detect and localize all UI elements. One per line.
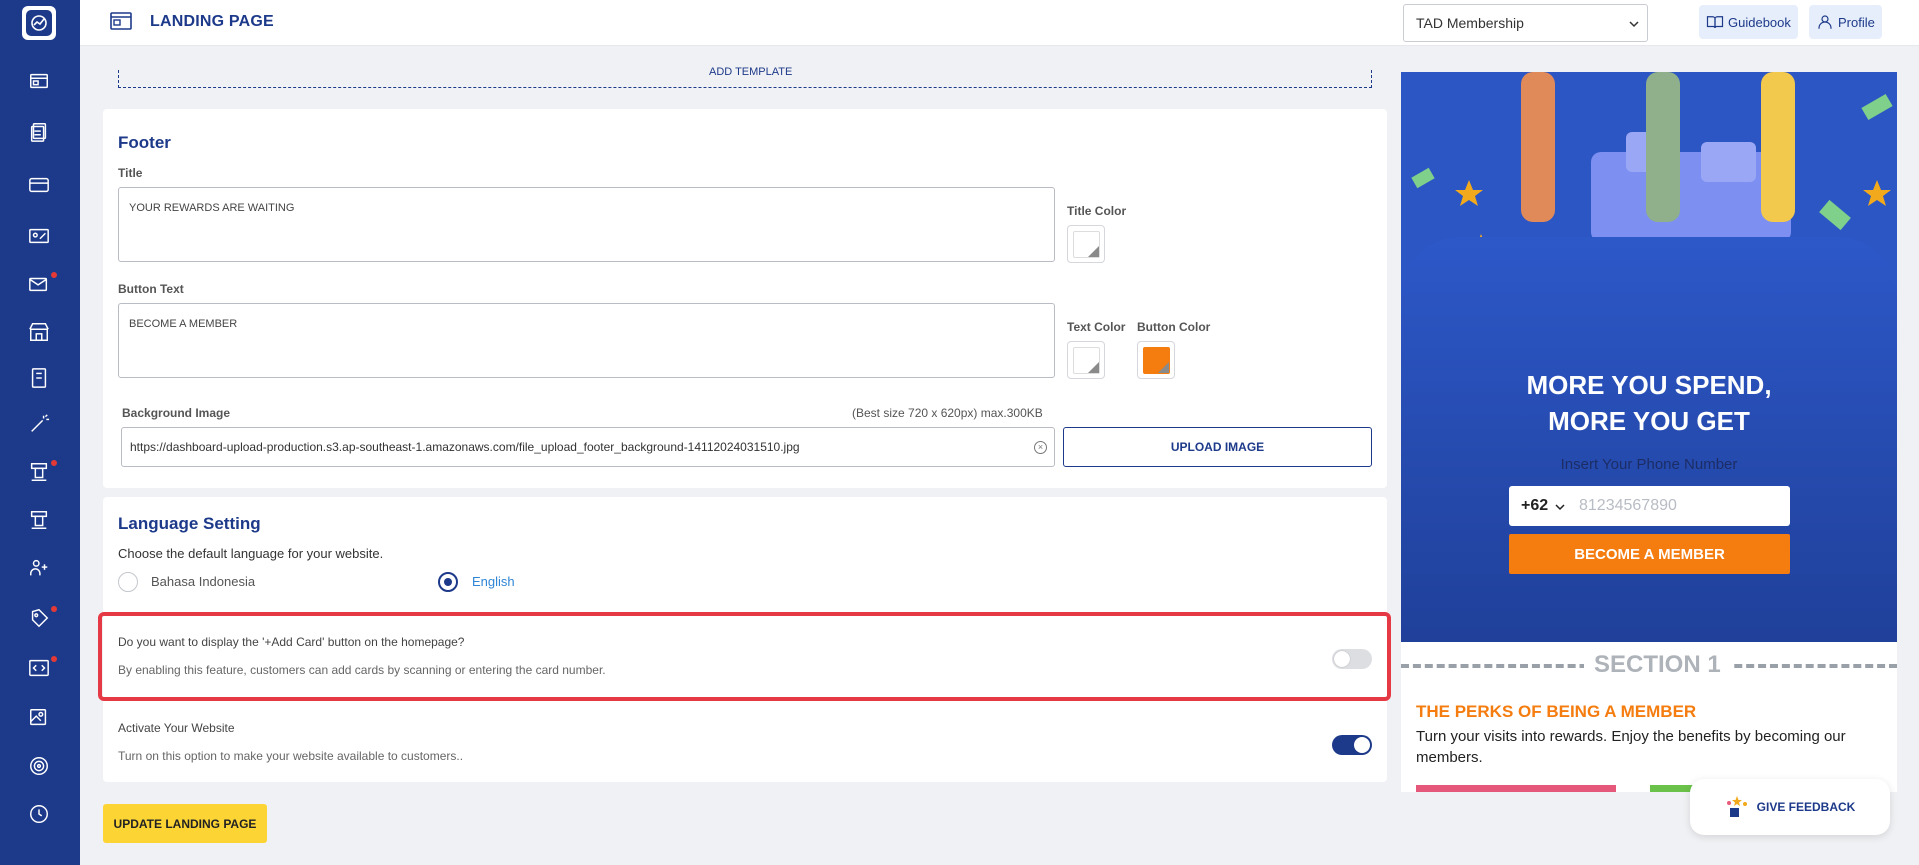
browser-page-icon [110,12,132,30]
give-feedback-label: GIVE FEEDBACK [1756,800,1856,814]
add-template-label: ADD TEMPLATE [709,66,793,78]
documents-nav-icon[interactable] [27,120,51,144]
page-title: LANDING PAGE [150,13,274,30]
clear-icon[interactable]: × [1034,441,1047,454]
preview-phone-placeholder: 81234567890 [1579,497,1677,514]
profile-label: Profile [1838,14,1875,30]
stamp-nav-icon[interactable] [27,460,57,484]
preview-section-label: SECTION 1 [1584,651,1731,679]
code-nav-icon[interactable] [27,656,57,680]
user-icon [1818,15,1832,29]
highlight-box [98,612,1391,701]
title-label: Title [118,166,143,180]
voucher-nav-icon[interactable] [27,224,51,248]
button-color-picker[interactable] [1137,341,1175,379]
preview-section-panel: SECTION 1 THE PERKS OF BEING A MEMBER Tu… [1401,642,1897,792]
title-textarea[interactable]: YOUR REWARDS ARE WAITING [118,187,1055,262]
guidebook-label: Guidebook [1728,14,1791,30]
bahasa-indonesia-label: Bahasa Indonesia [151,574,256,589]
radio-bahasa-indonesia[interactable] [118,572,138,592]
chevron-down-icon [1555,504,1565,511]
stamp-alt-nav-icon[interactable] [27,508,51,532]
button-text-textarea[interactable]: BECOME A MEMBER [118,303,1055,378]
radio-english[interactable] [438,572,458,592]
text-color-label: Text Color [1067,320,1126,334]
activate-title: Activate Your Website [118,721,235,735]
title-color-picker[interactable] [1067,225,1105,263]
background-image-url: https://dashboard-upload-production.s3.a… [130,440,800,454]
landing-page-nav-icon[interactable] [27,69,51,93]
background-image-hint: (Best size 720 x 620px) max.300KB [852,406,1043,420]
activate-website-toggle[interactable] [1332,735,1372,755]
gallery-nav-icon[interactable] [27,706,51,730]
preview-phone-input[interactable]: +62 81234567890 [1509,486,1790,526]
card-nav-icon[interactable] [27,173,51,197]
title-color-label: Title Color [1067,204,1127,218]
chart-logo-icon [31,15,47,31]
sidebar [0,0,80,865]
users-add-nav-icon[interactable] [27,556,51,580]
top-bar: LANDING PAGE TAD Membership Guidebook Pr… [80,0,1919,46]
button-text-label: Button Text [118,282,184,296]
add-template-strip[interactable]: ADD TEMPLATE [118,66,1372,88]
upload-image-button[interactable]: UPLOAD IMAGE [1063,427,1372,467]
language-description: Choose the default language for your web… [118,546,384,561]
guidebook-button[interactable]: Guidebook [1699,5,1798,39]
target-nav-icon[interactable] [27,754,51,778]
preview-perks-text: Turn your visits into rewards. Enjoy the… [1416,728,1846,766]
update-landing-page-button[interactable]: UPDATE LANDING PAGE [103,804,267,843]
book-icon [1706,16,1724,29]
language-section-title: Language Setting [118,514,261,533]
preview-insert-phone-label: Insert Your Phone Number [1560,456,1738,473]
preview-headline-line1: MORE YOU SPEND, [1526,370,1772,400]
store-nav-icon[interactable] [27,320,51,344]
chevron-down-icon [1629,21,1639,28]
preview-become-member-button[interactable]: BECOME A MEMBER [1509,534,1790,574]
preview-country-code[interactable]: +62 [1521,497,1548,515]
tag-nav-icon[interactable] [27,606,57,630]
profile-button[interactable]: Profile [1809,5,1882,39]
feedback-stars-icon [1726,796,1747,817]
activate-description: Turn on this option to make your website… [118,749,464,763]
background-image-url-input[interactable]: https://dashboard-upload-production.s3.a… [121,427,1055,467]
button-color-label: Button Color [1137,320,1211,334]
magic-wand-nav-icon[interactable] [27,412,51,436]
preview-perks-title: THE PERKS OF BEING A MEMBER [1416,702,1697,721]
app-logo[interactable] [22,6,56,40]
preview-headline-line2: MORE YOU GET [1548,406,1750,436]
menu-nav-icon[interactable] [27,366,51,390]
activate-card [103,708,1387,780]
history-nav-icon[interactable] [27,802,51,826]
give-feedback-button[interactable]: GIVE FEEDBACK [1690,779,1890,835]
membership-select[interactable]: TAD Membership [1403,4,1648,42]
footer-section-title: Footer [118,133,171,152]
text-color-picker[interactable] [1067,341,1105,379]
english-label: English [472,574,515,589]
hero-illustration [1411,72,1893,260]
background-image-label: Background Image [122,406,231,420]
membership-select-value: TAD Membership [1416,15,1524,31]
preview-headline: MORE YOU SPEND, MORE YOU GET [1401,367,1897,439]
landing-preview: MORE YOU SPEND, MORE YOU GET Insert Your… [1401,72,1897,642]
mail-nav-icon[interactable] [27,272,57,296]
